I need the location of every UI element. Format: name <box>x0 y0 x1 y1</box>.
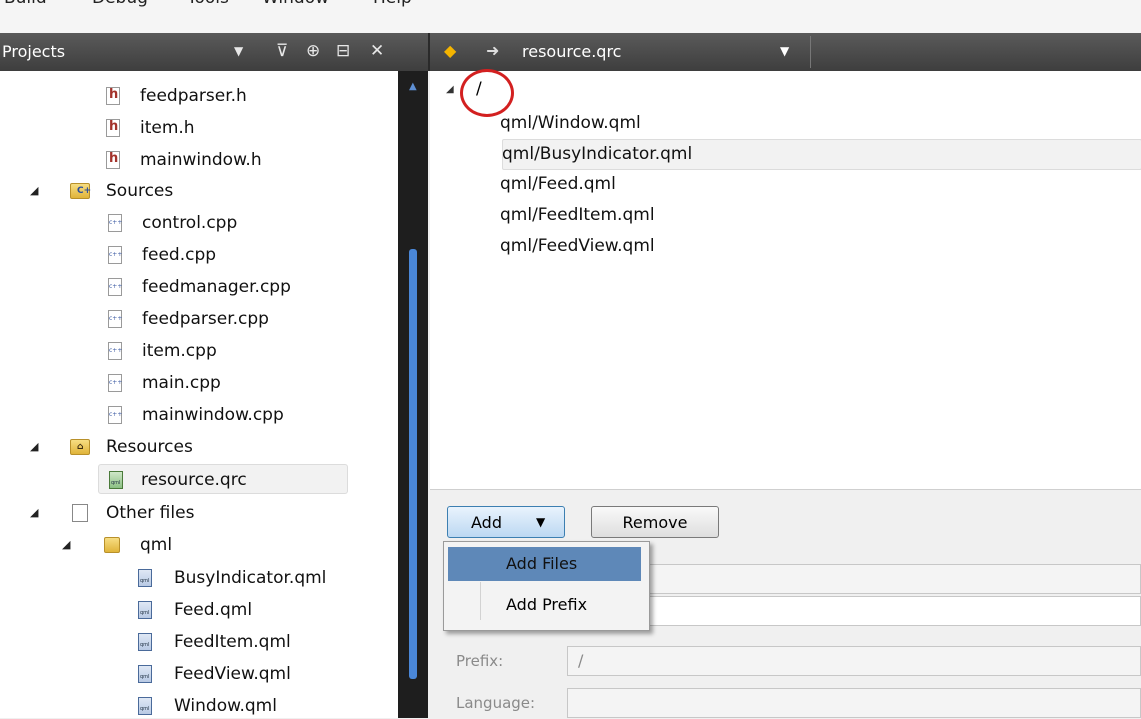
folder-icon: C+ <box>70 183 91 199</box>
tree-scrollbar[interactable]: ▲ <box>398 71 428 718</box>
collapse-arrow-icon[interactable]: ◢ <box>62 538 70 551</box>
tree-item-feedparser-cpp[interactable]: feedparser.cpp <box>104 304 384 334</box>
cpp-file-icon <box>108 406 122 424</box>
cpp-file-icon <box>108 246 122 264</box>
tree-item-mainwindow-h[interactable]: mainwindow.h <box>104 145 384 175</box>
tree-item-busyindicator-qml[interactable]: BusyIndicator.qml <box>136 563 386 593</box>
header-divider <box>810 36 811 68</box>
resource-item[interactable]: qml/FeedItem.qml <box>500 205 655 225</box>
language-label: Language: <box>456 694 536 712</box>
collapse-arrow-icon[interactable]: ◢ <box>30 440 38 453</box>
cpp-file-icon <box>108 214 122 232</box>
open-file-name[interactable]: resource.qrc <box>522 42 621 61</box>
remove-button[interactable]: Remove <box>591 506 719 538</box>
qml-file-icon <box>138 633 152 651</box>
tree-item-item-cpp[interactable]: item.cpp <box>104 336 384 366</box>
resource-item[interactable]: qml/Window.qml <box>500 113 641 133</box>
add-menu: Add Files Add Prefix <box>443 541 650 631</box>
tree-item-feedview-qml[interactable]: FeedView.qml <box>136 659 386 689</box>
menu-build[interactable]: Build <box>4 0 47 8</box>
qml-file-icon <box>138 697 152 715</box>
menu-item-add-prefix[interactable]: Add Prefix <box>448 588 641 622</box>
scroll-up-icon[interactable]: ▲ <box>409 81 417 92</box>
tree-item-control-cpp[interactable]: control.cpp <box>104 208 384 238</box>
tree-folder-resources[interactable]: ◢ ⌂ Resources <box>30 432 370 462</box>
resource-item-selected[interactable]: qml/BusyIndicator.qml <box>502 139 1141 170</box>
qml-file-icon <box>138 601 152 619</box>
tree-item-feeditem-qml[interactable]: FeedItem.qml <box>136 627 386 657</box>
tree-item-feed-qml[interactable]: Feed.qml <box>136 595 386 625</box>
scrollbar-thumb[interactable] <box>409 249 417 679</box>
qml-file-icon <box>138 569 152 587</box>
language-field[interactable] <box>567 688 1141 718</box>
collapse-arrow-icon[interactable]: ◢ <box>30 184 38 197</box>
link-icon[interactable]: ⊕ <box>306 41 320 61</box>
projects-title[interactable]: Projects <box>2 42 65 61</box>
tree-item-mainwindow-cpp[interactable]: mainwindow.cpp <box>104 400 384 430</box>
prefix-label: Prefix: <box>456 652 504 670</box>
tree-folder-sources[interactable]: ◢ C+ Sources <box>30 176 370 206</box>
files-icon <box>72 504 88 522</box>
tree-item-window-qml[interactable]: Window.qml <box>136 691 386 718</box>
menu-tools[interactable]: Tools <box>187 0 229 8</box>
chevron-down-icon[interactable]: ▼ <box>780 44 789 58</box>
close-icon[interactable]: ✕ <box>370 41 384 61</box>
menu-bar: Build Debug Tools Window Help <box>0 0 1141 33</box>
split-icon[interactable]: ⊟ <box>336 41 350 61</box>
tree-item-feedparser-h[interactable]: feedparser.h <box>104 81 384 111</box>
chevron-down-icon[interactable]: ▼ <box>234 44 243 58</box>
header-file-icon <box>106 87 120 105</box>
add-dropdown-button[interactable]: Add ▼ <box>447 506 565 538</box>
prefix-field[interactable]: / <box>567 646 1141 676</box>
menu-item-add-files[interactable]: Add Files <box>448 547 641 581</box>
back-arrow-icon[interactable]: ◆ <box>444 41 456 60</box>
menu-debug[interactable]: Debug <box>92 0 148 8</box>
file-field[interactable] <box>567 596 1141 626</box>
resource-editor: ◢ / qml/Window.qml qml/BusyIndicator.qml… <box>430 69 1141 489</box>
filter-icon[interactable]: ⊽ <box>276 41 288 61</box>
forward-arrow-icon[interactable]: ➜ <box>486 41 499 60</box>
menu-help[interactable]: Help <box>373 0 412 8</box>
tree-folder-qml[interactable]: ◢ qml <box>62 530 382 560</box>
chevron-down-icon: ▼ <box>536 515 546 529</box>
projects-header: Projects ▼ ⊽ ⊕ ⊟ ✕ <box>0 33 428 71</box>
qml-file-icon <box>138 665 152 683</box>
alias-field[interactable] <box>567 564 1141 594</box>
folder-icon: ⌂ <box>70 439 90 455</box>
collapse-arrow-icon[interactable]: ◢ <box>30 506 38 519</box>
cpp-file-icon <box>108 278 122 296</box>
tree-item-feedmanager-cpp[interactable]: feedmanager.cpp <box>104 272 384 302</box>
resource-file-icon <box>109 471 123 489</box>
tree-item-main-cpp[interactable]: main.cpp <box>104 368 384 398</box>
project-tree: feedparser.h item.h mainwindow.h ◢ C+ So… <box>0 71 398 718</box>
tree-item-resource-qrc[interactable]: resource.qrc <box>98 464 348 494</box>
annotation-circle <box>460 69 514 117</box>
cpp-file-icon <box>108 342 122 360</box>
tree-item-item-h[interactable]: item.h <box>104 113 384 143</box>
tree-item-feed-cpp[interactable]: feed.cpp <box>104 240 384 270</box>
folder-icon <box>104 537 120 553</box>
resource-item[interactable]: qml/Feed.qml <box>500 174 616 194</box>
tree-folder-other-files[interactable]: ◢ Other files <box>30 498 370 528</box>
header-file-icon <box>106 151 120 169</box>
header-file-icon <box>106 119 120 137</box>
collapse-arrow-icon[interactable]: ◢ <box>446 84 454 95</box>
menu-window[interactable]: Window <box>262 0 329 8</box>
cpp-file-icon <box>108 310 122 328</box>
cpp-file-icon <box>108 374 122 392</box>
editor-header: ◆ ➜ resource.qrc ▼ <box>428 33 1141 71</box>
resource-item[interactable]: qml/FeedView.qml <box>500 236 655 256</box>
